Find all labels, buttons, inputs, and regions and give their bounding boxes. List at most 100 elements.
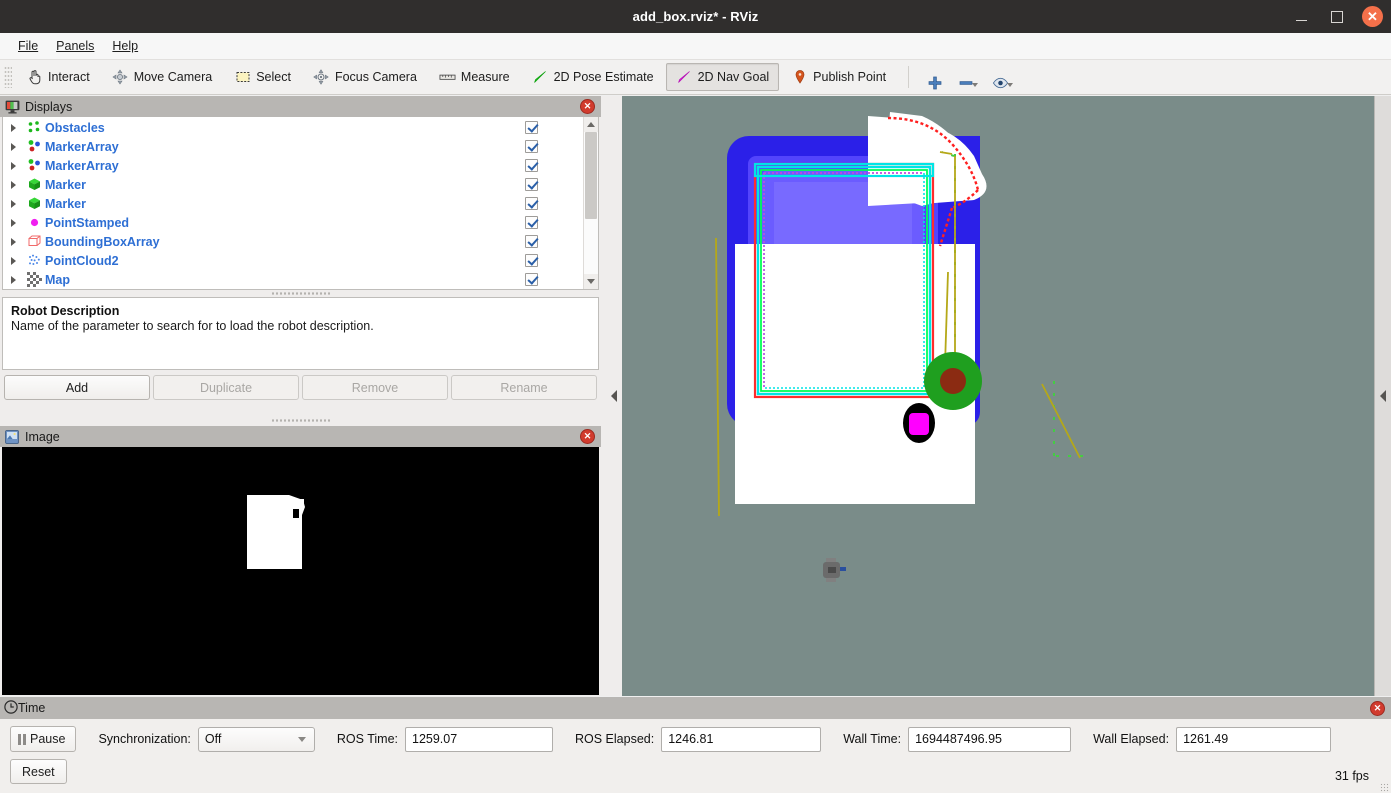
move-camera-icon	[112, 69, 129, 86]
display-item-label: BoundingBoxArray	[45, 234, 160, 249]
left-dock-splitter[interactable]	[605, 96, 622, 696]
display-checkbox[interactable]	[525, 235, 583, 248]
tool-2d-pose-estimate[interactable]: 2D Pose Estimate	[522, 63, 664, 91]
expand-arrow-icon[interactable]	[3, 257, 23, 265]
tool-publish-point[interactable]: Publish Point	[781, 63, 896, 91]
close-icon[interactable]: ✕	[1370, 701, 1385, 716]
displays-monitor-icon	[4, 99, 20, 115]
expand-arrow-icon[interactable]	[3, 143, 23, 151]
expand-arrow-icon[interactable]	[3, 181, 23, 189]
tool-focus-camera[interactable]: Focus Camera	[303, 63, 427, 91]
expand-arrow-icon[interactable]	[3, 238, 23, 246]
ros-time-field[interactable]: 1259.07	[405, 726, 553, 752]
tool-focus-camera-label: Focus Camera	[334, 70, 417, 84]
panel-splitter[interactable]	[270, 290, 331, 297]
display-checkbox[interactable]	[525, 273, 583, 286]
close-icon[interactable]: ✕	[580, 99, 595, 114]
display-item-obstacles[interactable]: Obstacles	[3, 118, 583, 137]
chevron-down-icon[interactable]	[1007, 83, 1014, 87]
display-item-boundingboxarray[interactable]: BoundingBoxArray	[3, 232, 583, 251]
close-button[interactable]: ✕	[1362, 6, 1383, 27]
scroll-down-icon[interactable]	[584, 274, 598, 289]
collapse-left-icon[interactable]	[610, 390, 617, 402]
menu-item-file[interactable]: File	[10, 36, 46, 56]
goal-circle-marker	[924, 352, 982, 410]
chevron-down-icon[interactable]	[972, 83, 979, 87]
display-checkbox[interactable]	[525, 159, 583, 172]
display-item-markerarray-2[interactable]: MarkerArray	[3, 156, 583, 175]
menu-panels-label: Panels	[56, 39, 95, 53]
reset-button[interactable]: Reset	[10, 759, 67, 784]
menu-bar: File Panels Help	[0, 33, 1391, 60]
display-item-map[interactable]: Map	[3, 270, 583, 289]
display-item-pointcloud2[interactable]: PointCloud2	[3, 251, 583, 270]
time-panel-body: Pause Synchronization: Off ROS Time: 125…	[0, 719, 1391, 793]
left-dock: Displays ✕ Obstacles MarkerArray MarkerA…	[0, 96, 605, 696]
image-view[interactable]	[2, 447, 599, 695]
menu-help-label: Help	[112, 39, 139, 53]
hand-cursor-icon	[26, 69, 43, 86]
tool-move-camera[interactable]: Move Camera	[102, 63, 223, 91]
tool-select[interactable]: Select	[224, 63, 301, 91]
resize-grip[interactable]	[1380, 783, 1389, 792]
add-button[interactable]: Add	[4, 375, 150, 400]
maximize-button[interactable]	[1326, 6, 1348, 28]
window-controls: ✕	[1290, 0, 1383, 33]
display-checkbox[interactable]	[525, 216, 583, 229]
zoom-in-button[interactable]	[919, 63, 950, 91]
wall-elapsed-label: Wall Elapsed:	[1093, 732, 1170, 746]
display-checkbox[interactable]	[525, 197, 583, 210]
display-item-markerarray-1[interactable]: MarkerArray	[3, 137, 583, 156]
focus-camera-icon	[313, 69, 330, 86]
toolbar-grip[interactable]	[4, 66, 12, 88]
main-toolbar: Interact Move Camera Select Focus Camera	[0, 60, 1391, 95]
expand-arrow-icon[interactable]	[3, 162, 23, 170]
display-checkbox[interactable]	[525, 178, 583, 191]
scrollbar-thumb[interactable]	[585, 132, 597, 219]
map-grid-icon	[23, 272, 45, 287]
menu-item-panels[interactable]: Panels	[48, 36, 102, 56]
marker-cube-icon	[23, 177, 45, 192]
pause-button[interactable]: Pause	[10, 726, 77, 752]
scroll-up-icon[interactable]	[584, 117, 598, 132]
title-bar: add_box.rviz* - RViz ✕	[0, 0, 1391, 33]
display-item-marker-1[interactable]: Marker	[3, 175, 583, 194]
wall-time-field[interactable]: 1694487496.95	[908, 726, 1072, 752]
marker-array-icon	[23, 158, 45, 173]
tool-interact[interactable]: Interact	[16, 63, 100, 91]
displays-button-row: Add Duplicate Remove Rename	[4, 375, 597, 400]
display-item-pointstamped[interactable]: PointStamped	[3, 213, 583, 232]
close-icon[interactable]: ✕	[580, 429, 595, 444]
display-item-label: PointStamped	[45, 215, 130, 230]
toolbar-separator	[908, 66, 910, 88]
expand-arrow-icon[interactable]	[3, 200, 23, 208]
zoom-out-button[interactable]	[950, 63, 985, 91]
display-checkbox[interactable]	[525, 121, 583, 134]
synchronization-select[interactable]: Off	[197, 726, 315, 752]
displays-scrollbar[interactable]	[583, 117, 598, 289]
point-stamped-marker	[903, 403, 935, 443]
display-item-marker-2[interactable]: Marker	[3, 194, 583, 213]
tool-measure[interactable]: Measure	[429, 63, 520, 91]
wall-elapsed-field[interactable]: 1261.49	[1176, 726, 1332, 752]
expand-arrow-icon[interactable]	[3, 219, 23, 227]
display-checkbox[interactable]	[525, 140, 583, 153]
remove-button[interactable]: Remove	[302, 375, 448, 400]
right-dock-splitter[interactable]	[1374, 96, 1391, 696]
duplicate-button[interactable]: Duplicate	[153, 375, 299, 400]
display-checkbox[interactable]	[525, 254, 583, 267]
panel-splitter[interactable]	[270, 417, 331, 424]
display-item-label: PointCloud2	[45, 253, 119, 268]
visibility-button[interactable]	[985, 63, 1020, 91]
3d-viewport[interactable]	[622, 96, 1374, 696]
time-panel-header: Time ✕	[0, 697, 1391, 719]
collapse-right-icon[interactable]	[1380, 390, 1386, 402]
menu-item-help[interactable]: Help	[104, 36, 146, 56]
expand-arrow-icon[interactable]	[3, 124, 23, 132]
minimize-button[interactable]	[1290, 6, 1312, 28]
time-controls-row: Pause Synchronization: Off ROS Time: 125…	[10, 725, 1383, 753]
tool-2d-nav-goal[interactable]: 2D Nav Goal	[665, 63, 780, 91]
rename-button[interactable]: Rename	[451, 375, 597, 400]
expand-arrow-icon[interactable]	[3, 276, 23, 284]
ros-elapsed-field[interactable]: 1246.81	[661, 726, 822, 752]
